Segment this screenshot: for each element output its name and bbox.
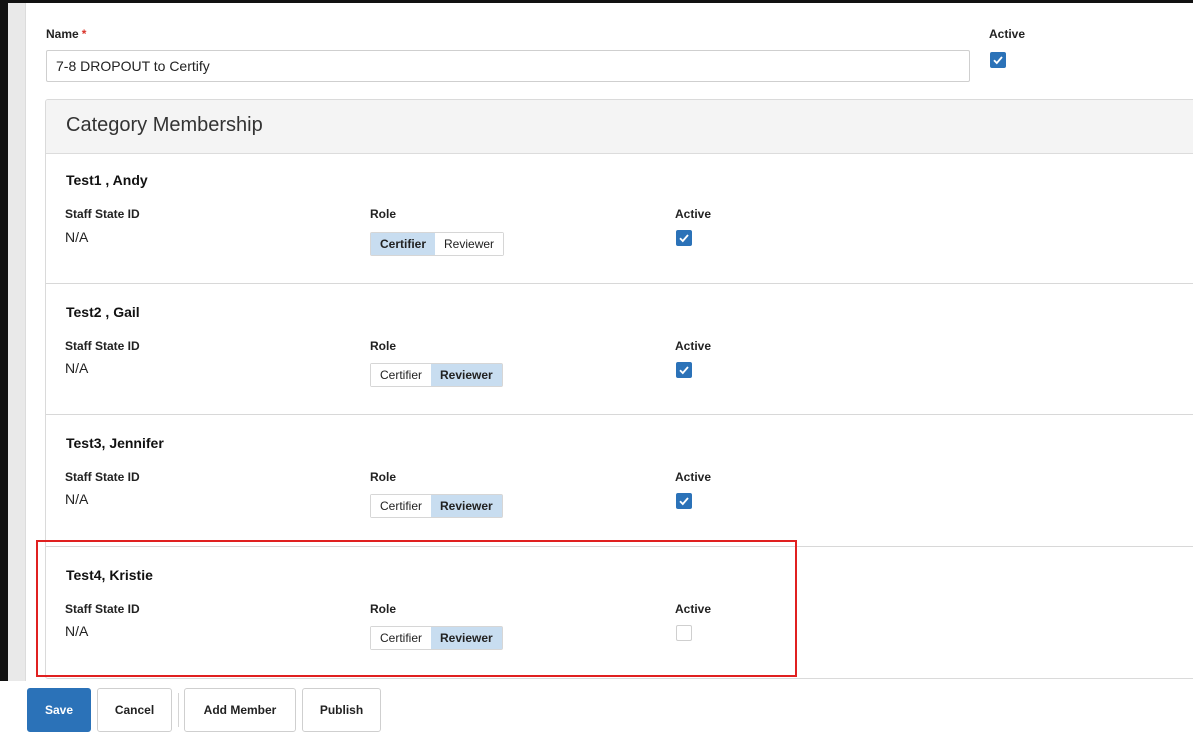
member-name: Test3, Jennifer	[66, 435, 164, 451]
active-label: Active	[989, 27, 1026, 41]
member-card: Test3, Jennifer Staff State ID N/A Role …	[46, 415, 1193, 547]
button-divider	[178, 693, 179, 727]
checkmark-icon	[993, 56, 1003, 65]
cancel-button[interactable]: Cancel	[97, 688, 172, 732]
name-input[interactable]	[46, 50, 970, 82]
left-gutter	[8, 3, 26, 735]
role-label: Role	[370, 470, 397, 484]
staff-state-id-label: Staff State ID	[65, 339, 140, 353]
member-name: Test4, Kristie	[66, 567, 153, 583]
member-card: Test2 , Gail Staff State ID N/A Role Cer…	[46, 284, 1193, 415]
add-member-button[interactable]: Add Member	[184, 688, 296, 732]
publish-button[interactable]: Publish	[302, 688, 381, 732]
role-label: Role	[370, 207, 397, 221]
member-active-checkbox[interactable]	[676, 362, 692, 378]
staff-state-id-value: N/A	[65, 491, 89, 507]
checkmark-icon	[679, 234, 689, 243]
active-checkbox[interactable]	[990, 52, 1006, 68]
role-certifier-button[interactable]: Certifier	[371, 627, 432, 649]
window-top-border	[0, 0, 1193, 3]
category-membership-panel: Category Membership Test1 , Andy Staff S…	[45, 99, 1193, 679]
role-label: Role	[370, 339, 397, 353]
window-left-border	[0, 0, 8, 735]
checkmark-icon	[679, 497, 689, 506]
role-certifier-button[interactable]: Certifier	[371, 364, 432, 386]
role-certifier-button[interactable]: Certifier	[371, 233, 436, 255]
checkmark-icon	[679, 366, 689, 375]
name-label: Name *	[46, 27, 86, 41]
staff-state-id-label: Staff State ID	[65, 470, 140, 484]
role-certifier-button[interactable]: Certifier	[371, 495, 432, 517]
role-reviewer-button[interactable]: Reviewer	[435, 233, 504, 255]
member-active-checkbox[interactable]	[676, 625, 692, 641]
member-active-checkbox[interactable]	[676, 230, 692, 246]
active-label: Active	[675, 207, 712, 221]
required-marker: *	[81, 27, 87, 41]
active-label: Active	[675, 339, 712, 353]
role-toggle: Certifier Reviewer	[370, 363, 503, 387]
role-reviewer-button[interactable]: Reviewer	[431, 495, 502, 517]
role-toggle: Certifier Reviewer	[370, 494, 503, 518]
role-reviewer-button[interactable]: Reviewer	[431, 364, 502, 386]
panel-title: Category Membership	[46, 100, 1193, 154]
active-label: Active	[675, 602, 712, 616]
member-card: Test1 , Andy Staff State ID N/A Role Cer…	[46, 154, 1193, 284]
staff-state-id-label: Staff State ID	[65, 207, 140, 221]
member-active-checkbox[interactable]	[676, 493, 692, 509]
role-reviewer-button[interactable]: Reviewer	[431, 627, 502, 649]
member-card: Test4, Kristie Staff State ID N/A Role C…	[46, 547, 1193, 678]
role-label: Role	[370, 602, 397, 616]
save-button[interactable]: Save	[27, 688, 91, 732]
active-label: Active	[675, 470, 712, 484]
member-name: Test1 , Andy	[66, 172, 148, 188]
staff-state-id-value: N/A	[65, 360, 89, 376]
staff-state-id-label: Staff State ID	[65, 602, 140, 616]
role-toggle: Certifier Reviewer	[370, 626, 503, 650]
staff-state-id-value: N/A	[65, 623, 89, 639]
staff-state-id-value: N/A	[65, 229, 89, 245]
member-name: Test2 , Gail	[66, 304, 140, 320]
name-label-text: Name	[46, 27, 79, 41]
role-toggle: Certifier Reviewer	[370, 232, 505, 256]
